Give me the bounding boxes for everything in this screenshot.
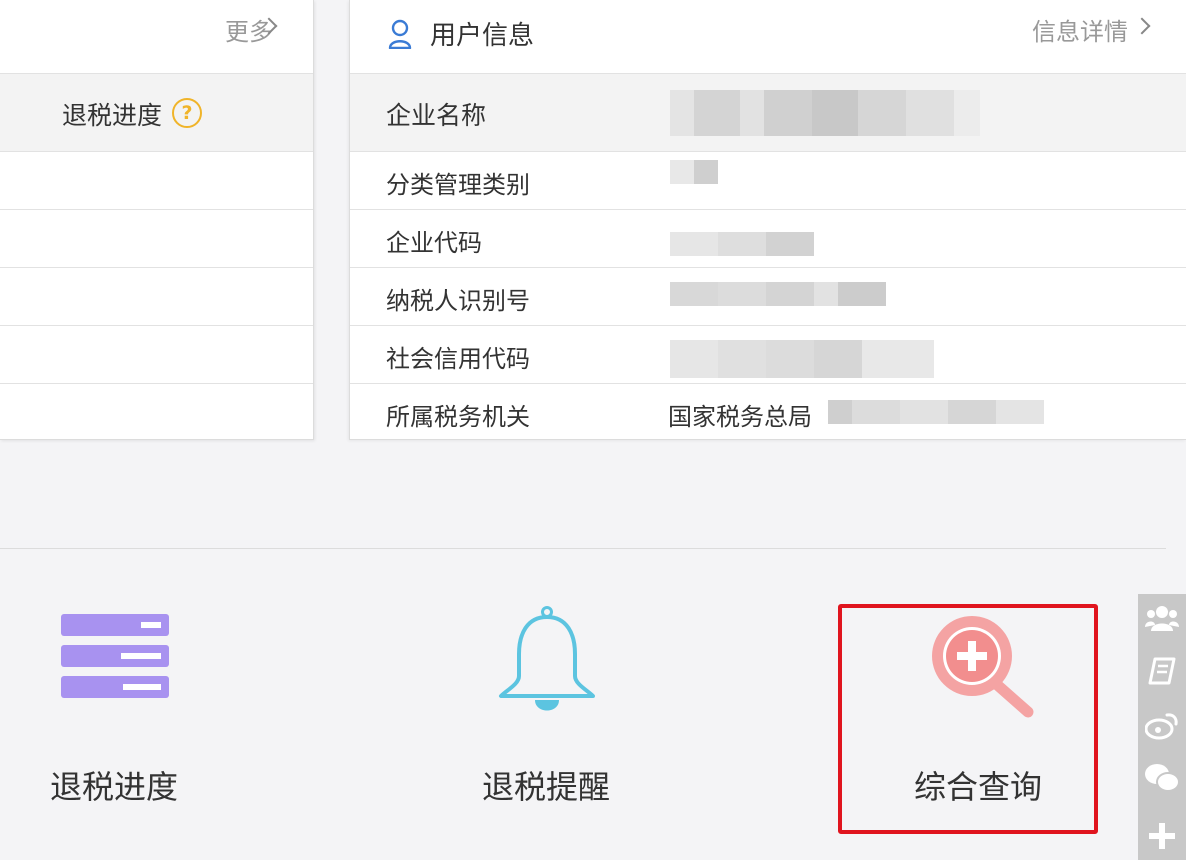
book-icon[interactable]: [1144, 654, 1180, 690]
blurred-value: [670, 340, 934, 378]
info-row-category: 分类管理类别: [350, 152, 1186, 210]
info-row-credit-code: 社会信用代码: [350, 326, 1186, 384]
refund-progress-panel: 更多 退税进度: [0, 0, 314, 440]
action-refund-reminder[interactable]: 退税提醒: [482, 606, 612, 806]
user-info-header: 用户信息 信息详情: [350, 0, 1186, 74]
info-label: 企业代码: [386, 229, 482, 257]
plus-icon[interactable]: [1144, 818, 1180, 854]
chevron-right-icon[interactable]: [1133, 17, 1151, 35]
section-divider: [0, 548, 1166, 549]
side-toolbar: [1138, 594, 1186, 860]
help-icon[interactable]: ?: [172, 98, 202, 128]
table-row: [0, 210, 313, 268]
left-column-header: 退税进度: [0, 74, 313, 152]
table-row: [0, 152, 313, 210]
group-icon[interactable]: [1144, 600, 1180, 636]
panel-title: 用户信息: [430, 21, 535, 51]
tax-authority-value: 国家税务总局: [668, 403, 812, 431]
left-panel-header: 更多: [0, 0, 313, 74]
list-icon: [61, 614, 169, 698]
action-refund-progress[interactable]: 退税进度: [50, 612, 180, 806]
column-header-refund-progress: 退税进度: [62, 101, 163, 130]
action-label: 退税提醒: [482, 768, 611, 806]
table-row: [0, 326, 313, 384]
info-detail-link[interactable]: 信息详情: [1032, 12, 1128, 47]
user-info-panel: 用户信息 信息详情 企业名称 分类管理类别 企业代码 纳税人识别号 社会信用代码: [349, 0, 1186, 440]
highlight-box: [838, 604, 1098, 834]
weibo-icon[interactable]: [1144, 708, 1180, 744]
table-row: [0, 384, 313, 442]
info-label: 分类管理类别: [386, 171, 530, 199]
info-row-enterprise-code: 企业代码: [350, 210, 1186, 268]
bell-icon: [499, 606, 595, 711]
info-label: 纳税人识别号: [386, 287, 530, 315]
blurred-value: [670, 160, 720, 184]
blurred-value: [670, 232, 814, 256]
info-label: 社会信用代码: [386, 345, 530, 373]
wechat-icon[interactable]: [1144, 760, 1180, 796]
info-row-company-name: 企业名称: [350, 74, 1186, 152]
blurred-value: [670, 282, 886, 306]
blurred-value: [670, 90, 980, 136]
info-row-tax-authority: 所属税务机关 国家税务总局: [350, 384, 1186, 440]
action-label: 退税进度: [50, 768, 179, 806]
info-label: 企业名称: [386, 101, 487, 130]
user-icon: [388, 19, 412, 49]
info-row-taxpayer-id: 纳税人识别号: [350, 268, 1186, 326]
table-row: [0, 268, 313, 326]
info-label: 所属税务机关: [386, 403, 530, 431]
blurred-value: [828, 400, 1054, 424]
